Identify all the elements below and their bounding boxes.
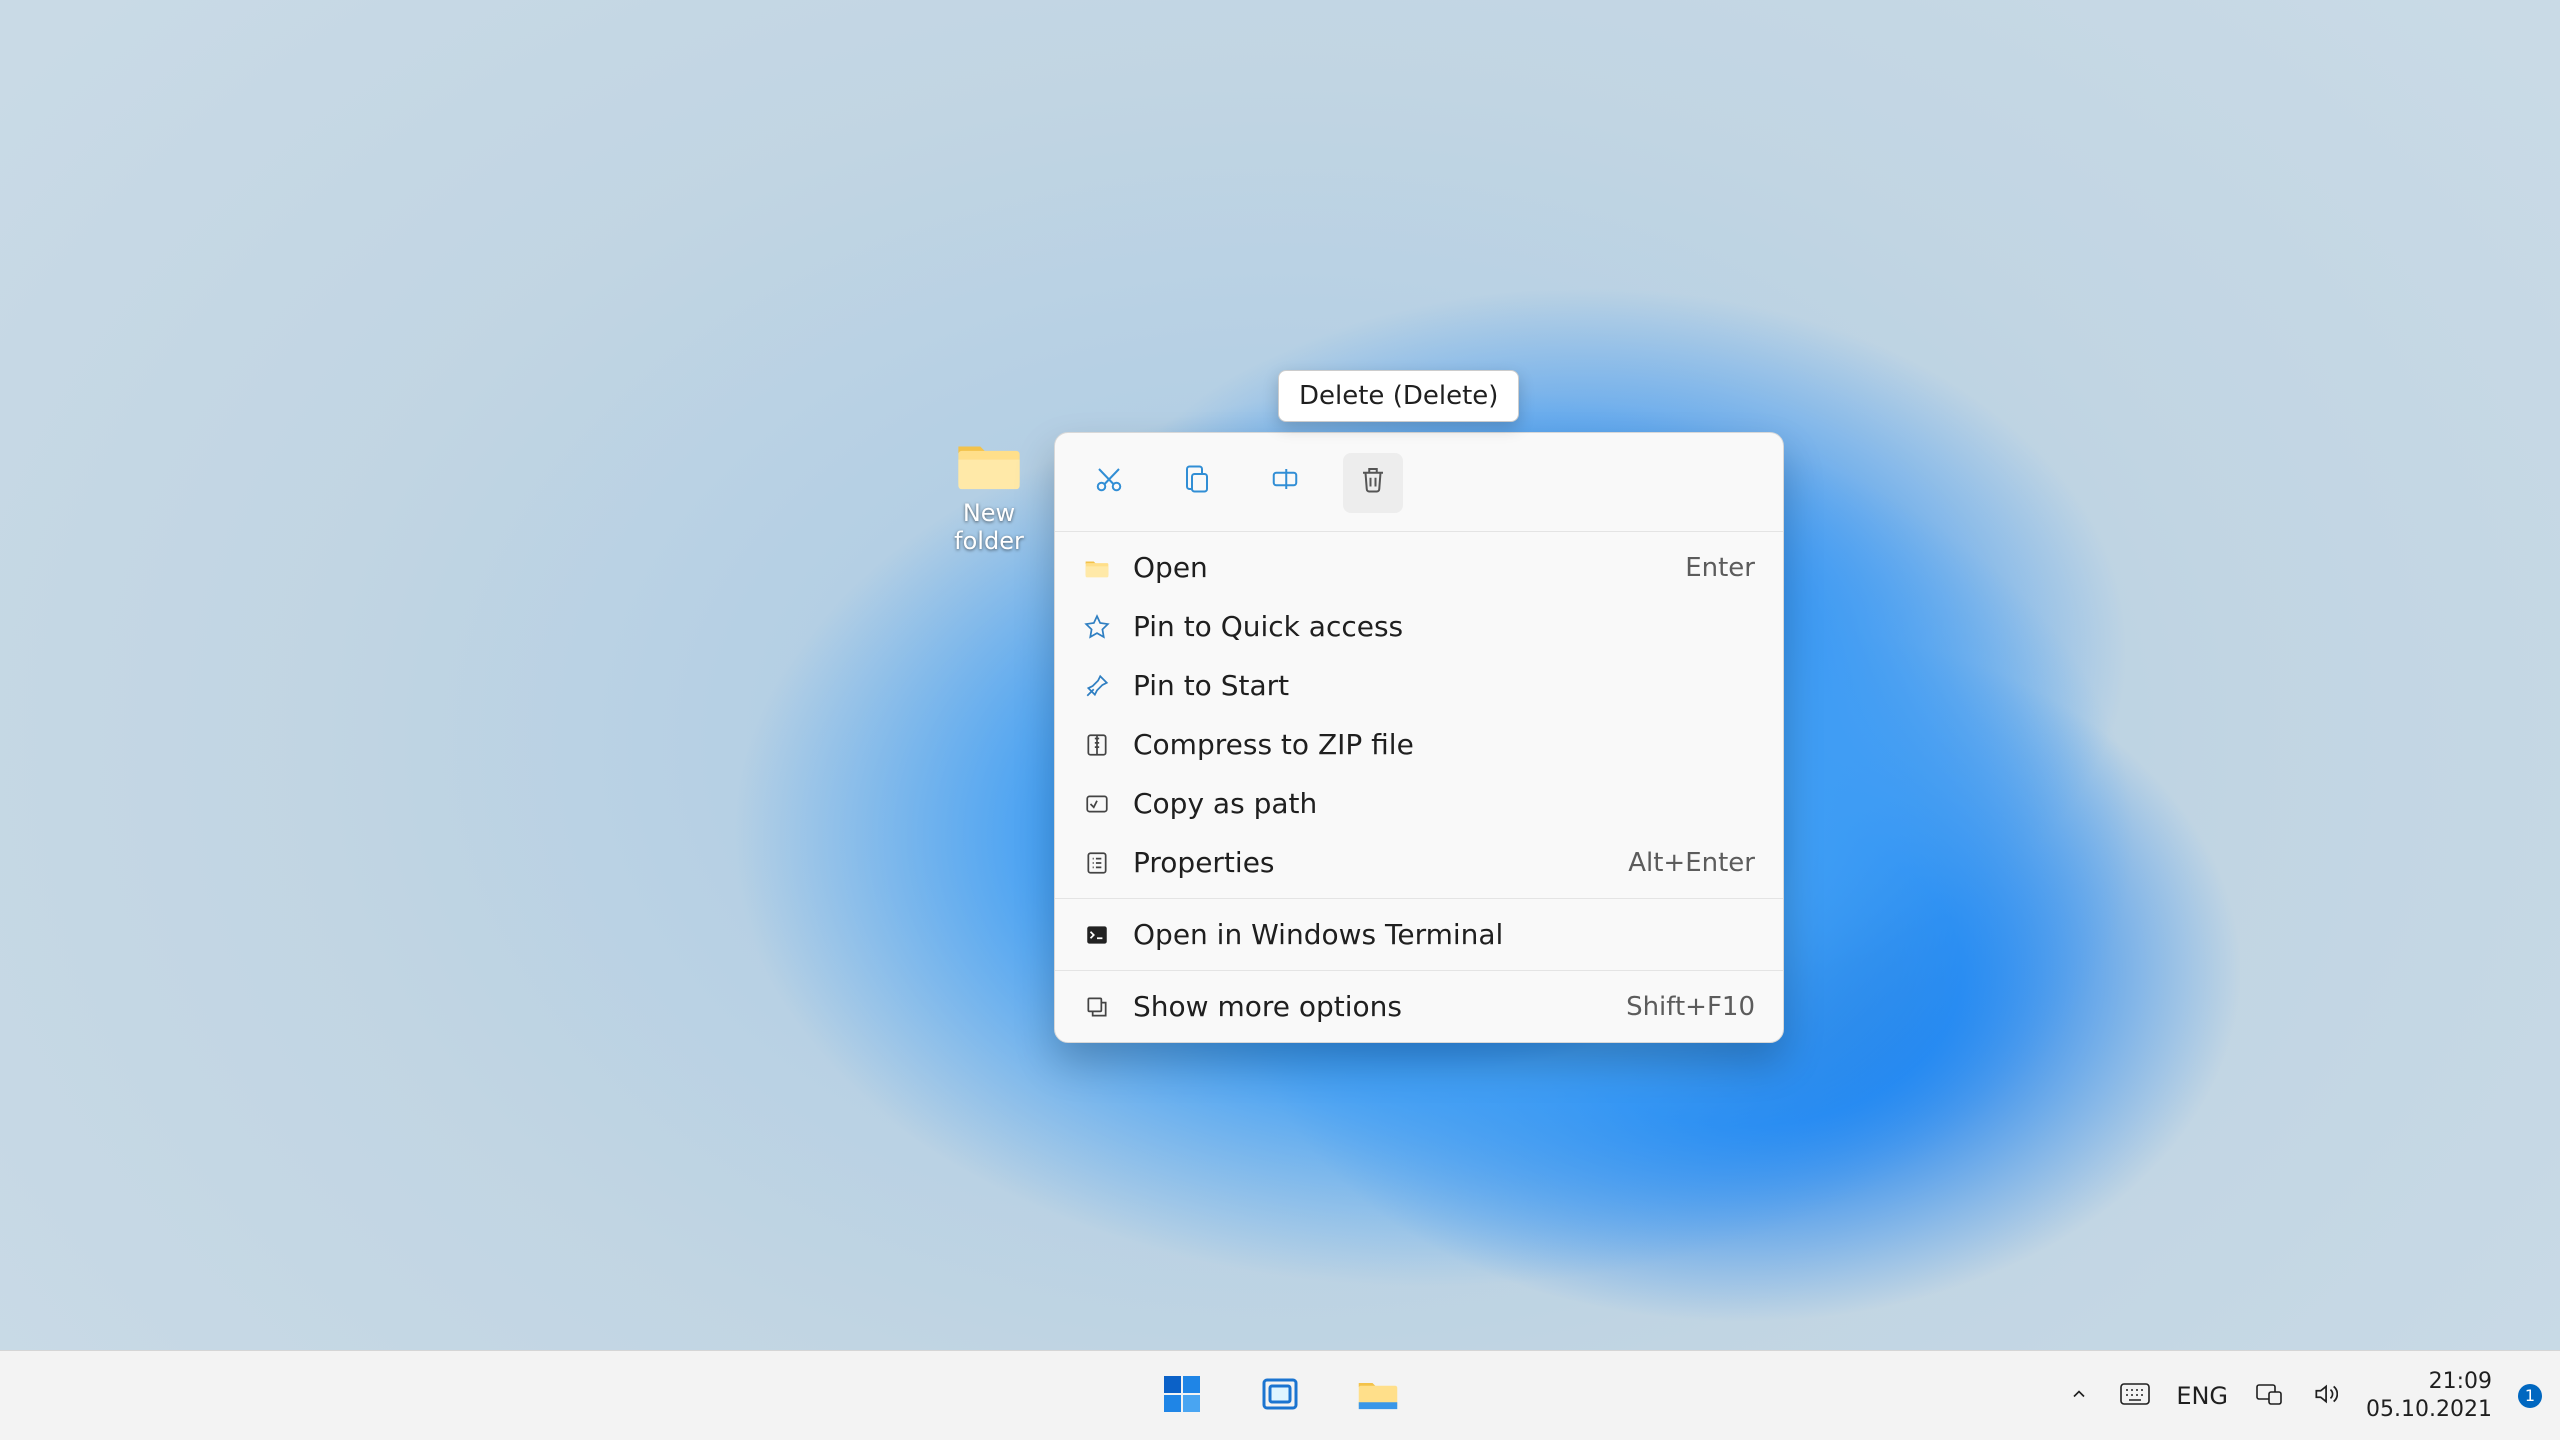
menu-item-label: Show more options (1133, 990, 1604, 1023)
menu-separator (1055, 898, 1783, 899)
rename-button[interactable] (1255, 453, 1315, 513)
menu-item-pin-quick-access[interactable]: Pin to Quick access (1055, 597, 1783, 656)
menu-item-label: Properties (1133, 846, 1606, 879)
network-icon (2255, 1382, 2283, 1410)
file-explorer-button[interactable] (1354, 1372, 1402, 1420)
pin-icon (1083, 672, 1111, 700)
menu-item-properties[interactable]: Properties Alt+Enter (1055, 833, 1783, 892)
menu-item-show-more-options[interactable]: Show more options Shift+F10 (1055, 977, 1783, 1036)
start-icon (1162, 1374, 1202, 1418)
time-text: 21:09 (2366, 1368, 2492, 1396)
menu-item-label: Open (1133, 551, 1663, 584)
system-tray: ENG 21:09 05.10.2021 1 (2064, 1368, 2542, 1423)
menu-item-label: Open in Windows Terminal (1133, 918, 1733, 951)
menu-item-shortcut: Alt+Enter (1628, 848, 1755, 878)
cut-button[interactable] (1079, 453, 1139, 513)
tray-overflow-button[interactable] (2064, 1381, 2094, 1411)
properties-icon (1083, 849, 1111, 877)
volume-icon (2312, 1381, 2338, 1411)
language-indicator[interactable]: ENG (2176, 1382, 2228, 1410)
folder-icon (1083, 554, 1111, 582)
network-button[interactable] (2254, 1381, 2284, 1411)
menu-item-label: Pin to Start (1133, 669, 1733, 702)
rename-icon (1270, 463, 1300, 503)
menu-item-compress-zip[interactable]: Compress to ZIP file (1055, 715, 1783, 774)
terminal-icon (1083, 921, 1111, 949)
menu-item-label: Copy as path (1133, 787, 1733, 820)
more-options-icon (1083, 993, 1111, 1021)
star-icon (1083, 613, 1111, 641)
menu-item-open[interactable]: Open Enter (1055, 538, 1783, 597)
task-view-button[interactable] (1256, 1372, 1304, 1420)
zip-icon (1083, 731, 1111, 759)
notification-badge[interactable]: 1 (2518, 1384, 2542, 1408)
context-menu-action-row (1055, 433, 1783, 532)
folder-icon (954, 437, 1024, 491)
file-explorer-icon (1356, 1376, 1400, 1416)
start-button[interactable] (1158, 1372, 1206, 1420)
cut-icon (1094, 463, 1124, 503)
keyboard-icon (2120, 1383, 2150, 1409)
menu-item-label: Pin to Quick access (1133, 610, 1733, 643)
menu-item-open-terminal[interactable]: Open in Windows Terminal (1055, 905, 1783, 964)
menu-item-shortcut: Enter (1685, 553, 1755, 583)
context-menu: Open Enter Pin to Quick access Pin to St… (1054, 432, 1784, 1043)
desktop[interactable]: New folder Delete (Delete) (0, 0, 2560, 1350)
copy-button[interactable] (1167, 453, 1227, 513)
copy-icon (1182, 463, 1212, 503)
menu-separator (1055, 970, 1783, 971)
date-text: 05.10.2021 (2366, 1396, 2492, 1424)
delete-icon (1358, 463, 1388, 503)
menu-item-shortcut: Shift+F10 (1626, 992, 1755, 1022)
chevron-up-icon (2069, 1384, 2089, 1408)
desktop-folder[interactable]: New folder (934, 437, 1044, 555)
volume-button[interactable] (2310, 1381, 2340, 1411)
input-indicator-button[interactable] (2120, 1381, 2150, 1411)
menu-item-label: Compress to ZIP file (1133, 728, 1733, 761)
menu-item-pin-start[interactable]: Pin to Start (1055, 656, 1783, 715)
menu-item-copy-path[interactable]: Copy as path (1055, 774, 1783, 833)
delete-button[interactable] (1343, 453, 1403, 513)
copy-path-icon (1083, 790, 1111, 818)
desktop-folder-label: New folder (934, 499, 1044, 555)
taskbar-center (1158, 1372, 1402, 1420)
task-view-icon (1260, 1374, 1300, 1418)
taskbar: ENG 21:09 05.10.2021 1 (0, 1350, 2560, 1440)
clock-button[interactable]: 21:09 05.10.2021 (2366, 1368, 2492, 1423)
delete-tooltip: Delete (Delete) (1278, 370, 1519, 422)
